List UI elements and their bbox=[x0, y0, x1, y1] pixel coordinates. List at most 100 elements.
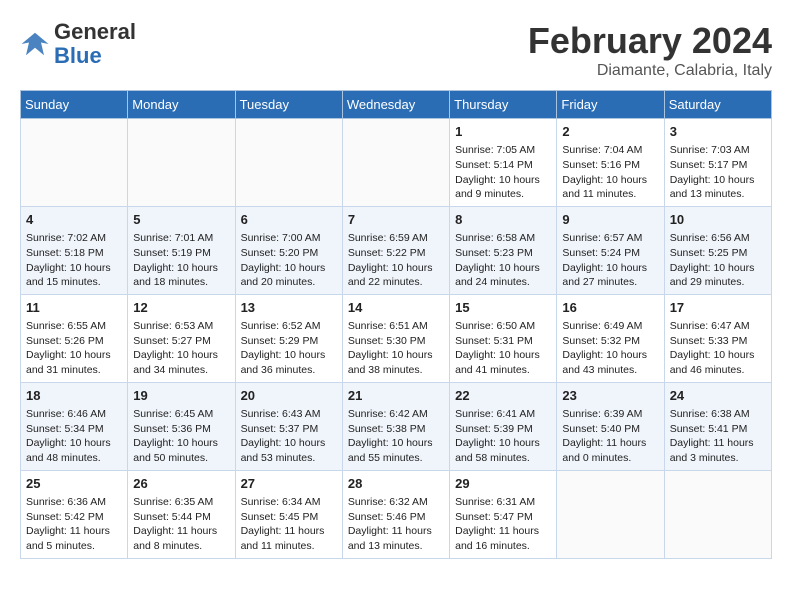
calendar-table: SundayMondayTuesdayWednesdayThursdayFrid… bbox=[20, 90, 772, 559]
day-number: 6 bbox=[241, 211, 337, 229]
day-info: Sunrise: 7:02 AM bbox=[26, 231, 122, 246]
day-info: Sunrise: 7:01 AM bbox=[133, 231, 229, 246]
calendar-week-0: 1Sunrise: 7:05 AMSunset: 5:14 PMDaylight… bbox=[21, 119, 772, 207]
day-info: and 13 minutes. bbox=[348, 539, 444, 554]
calendar-cell: 29 Sunrise: 6:31 AMSunset: 5:47 PMDayligh… bbox=[450, 470, 557, 558]
day-info: and 53 minutes. bbox=[241, 451, 337, 466]
day-info: and 13 minutes. bbox=[670, 187, 766, 202]
day-info: Sunrise: 6:35 AM bbox=[133, 495, 229, 510]
day-info: Sunrise: 6:42 AM bbox=[348, 407, 444, 422]
day-info: Daylight: 10 hours bbox=[26, 348, 122, 363]
day-number: 1 bbox=[455, 123, 551, 141]
day-number: 19 bbox=[133, 387, 229, 405]
day-info: Sunset: 5:24 PM bbox=[562, 246, 658, 261]
calendar-cell bbox=[128, 119, 235, 207]
day-info: Daylight: 10 hours bbox=[241, 261, 337, 276]
weekday-header-thursday: Thursday bbox=[450, 91, 557, 119]
day-info: and 5 minutes. bbox=[26, 539, 122, 554]
day-info: Daylight: 10 hours bbox=[133, 348, 229, 363]
day-info: Daylight: 10 hours bbox=[670, 348, 766, 363]
day-number: 9 bbox=[562, 211, 658, 229]
day-info: Sunset: 5:37 PM bbox=[241, 422, 337, 437]
weekday-header-sunday: Sunday bbox=[21, 91, 128, 119]
day-info: Daylight: 10 hours bbox=[348, 261, 444, 276]
calendar-cell: 27Sunrise: 6:34 AMSunset: 5:45 PMDayligh… bbox=[235, 470, 342, 558]
day-info: Sunset: 5:31 PM bbox=[455, 334, 551, 349]
calendar-cell bbox=[21, 119, 128, 207]
calendar-cell: 17Sunrise: 6:47 AMSunset: 5:33 PMDayligh… bbox=[664, 294, 771, 382]
day-info: and 36 minutes. bbox=[241, 363, 337, 378]
day-number: 29 bbox=[455, 475, 551, 493]
title-block: February 2024 Diamante, Calabria, Italy bbox=[528, 20, 772, 80]
day-info: Daylight: 10 hours bbox=[455, 348, 551, 363]
location: Diamante, Calabria, Italy bbox=[528, 62, 772, 80]
day-info: Sunset: 5:40 PM bbox=[562, 422, 658, 437]
day-number: 7 bbox=[348, 211, 444, 229]
logo-icon bbox=[20, 29, 50, 59]
day-info: Sunset: 5:29 PM bbox=[241, 334, 337, 349]
calendar-week-4: 25Sunrise: 6:36 AMSunset: 5:42 PMDayligh… bbox=[21, 470, 772, 558]
day-info: Sunrise: 6:36 AM bbox=[26, 495, 122, 510]
weekday-header-row: SundayMondayTuesdayWednesdayThursdayFrid… bbox=[21, 91, 772, 119]
day-info: and 16 minutes. bbox=[455, 539, 551, 554]
calendar-cell: 26Sunrise: 6:35 AMSunset: 5:44 PMDayligh… bbox=[128, 470, 235, 558]
day-info: Sunset: 5:47 PM bbox=[455, 510, 551, 525]
day-info: Sunset: 5:45 PM bbox=[241, 510, 337, 525]
day-info: Sunrise: 6:45 AM bbox=[133, 407, 229, 422]
day-info: and 3 minutes. bbox=[670, 451, 766, 466]
day-info: Daylight: 10 hours bbox=[133, 436, 229, 451]
calendar-cell: 23Sunrise: 6:39 AMSunset: 5:40 PMDayligh… bbox=[557, 382, 664, 470]
day-info: Sunset: 5:34 PM bbox=[26, 422, 122, 437]
calendar-cell: 8Sunrise: 6:58 AMSunset: 5:23 PMDaylight… bbox=[450, 206, 557, 294]
calendar-cell: 19Sunrise: 6:45 AMSunset: 5:36 PMDayligh… bbox=[128, 382, 235, 470]
day-info: Daylight: 10 hours bbox=[133, 261, 229, 276]
calendar-cell: 1Sunrise: 7:05 AMSunset: 5:14 PMDaylight… bbox=[450, 119, 557, 207]
calendar-week-2: 11Sunrise: 6:55 AMSunset: 5:26 PMDayligh… bbox=[21, 294, 772, 382]
day-info: and 38 minutes. bbox=[348, 363, 444, 378]
day-info: Sunrise: 6:57 AM bbox=[562, 231, 658, 246]
day-info: and 43 minutes. bbox=[562, 363, 658, 378]
day-number: 28 bbox=[348, 475, 444, 493]
day-info: Sunrise: 7:04 AM bbox=[562, 143, 658, 158]
calendar-cell: 13Sunrise: 6:52 AMSunset: 5:29 PMDayligh… bbox=[235, 294, 342, 382]
day-number: 18 bbox=[26, 387, 122, 405]
day-info: Daylight: 10 hours bbox=[26, 436, 122, 451]
day-number: 26 bbox=[133, 475, 229, 493]
day-info: Sunrise: 6:53 AM bbox=[133, 319, 229, 334]
calendar-cell: 3Sunrise: 7:03 AMSunset: 5:17 PMDaylight… bbox=[664, 119, 771, 207]
day-info: Daylight: 11 hours bbox=[133, 524, 229, 539]
day-number: 17 bbox=[670, 299, 766, 317]
day-info: and 29 minutes. bbox=[670, 275, 766, 290]
day-info: Sunset: 5:32 PM bbox=[562, 334, 658, 349]
day-info: Sunset: 5:20 PM bbox=[241, 246, 337, 261]
day-info: Sunset: 5:30 PM bbox=[348, 334, 444, 349]
day-number: 13 bbox=[241, 299, 337, 317]
day-info: and 31 minutes. bbox=[26, 363, 122, 378]
day-info: and 41 minutes. bbox=[455, 363, 551, 378]
day-info: Sunset: 5:46 PM bbox=[348, 510, 444, 525]
day-info: Daylight: 10 hours bbox=[455, 173, 551, 188]
calendar-cell: 12Sunrise: 6:53 AMSunset: 5:27 PMDayligh… bbox=[128, 294, 235, 382]
day-info: Sunrise: 6:32 AM bbox=[348, 495, 444, 510]
day-info: Sunrise: 6:59 AM bbox=[348, 231, 444, 246]
day-number: 24 bbox=[670, 387, 766, 405]
day-info: Sunrise: 6:47 AM bbox=[670, 319, 766, 334]
day-info: and 46 minutes. bbox=[670, 363, 766, 378]
day-info: Daylight: 11 hours bbox=[455, 524, 551, 539]
calendar-cell bbox=[342, 119, 449, 207]
day-info: Sunrise: 6:39 AM bbox=[562, 407, 658, 422]
calendar-cell bbox=[557, 470, 664, 558]
day-info: Daylight: 11 hours bbox=[348, 524, 444, 539]
day-info: and 18 minutes. bbox=[133, 275, 229, 290]
day-info: Daylight: 10 hours bbox=[348, 348, 444, 363]
day-number: 15 bbox=[455, 299, 551, 317]
day-info: Sunrise: 6:31 AM bbox=[455, 495, 551, 510]
calendar-cell: 16Sunrise: 6:49 AMSunset: 5:32 PMDayligh… bbox=[557, 294, 664, 382]
day-info: Daylight: 10 hours bbox=[562, 173, 658, 188]
day-info: Daylight: 10 hours bbox=[241, 348, 337, 363]
day-info: Daylight: 10 hours bbox=[455, 261, 551, 276]
page-header: GeneralBlue February 2024 Diamante, Cala… bbox=[20, 20, 772, 80]
day-info: Daylight: 10 hours bbox=[670, 261, 766, 276]
day-info: and 11 minutes. bbox=[562, 187, 658, 202]
day-info: Sunset: 5:42 PM bbox=[26, 510, 122, 525]
